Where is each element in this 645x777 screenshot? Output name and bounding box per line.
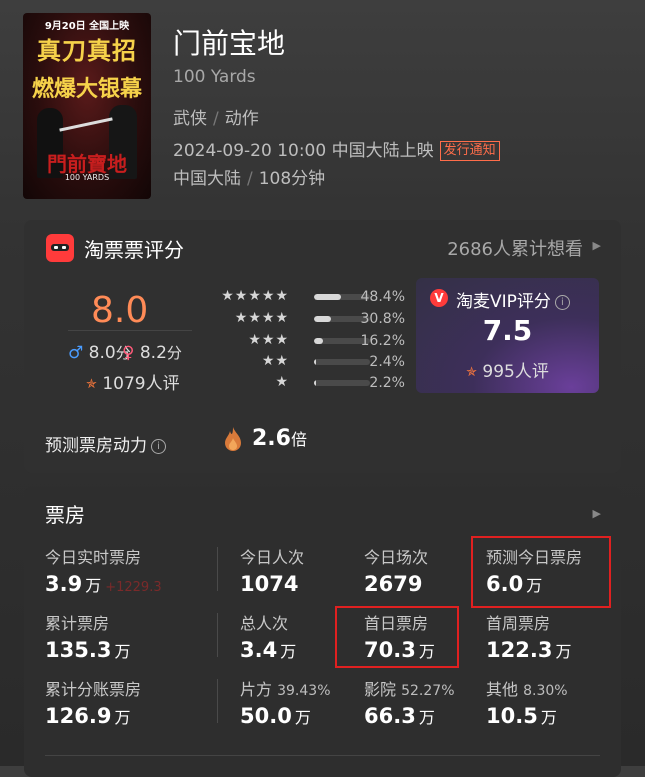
flame-icon	[225, 427, 241, 451]
vip-rating-title: 淘麦VIP评分 i	[456, 287, 570, 312]
male-icon: ♂	[68, 343, 84, 363]
genre-tag: 武侠	[173, 109, 207, 129]
distribution-percent: 16.2%	[360, 333, 405, 349]
today-realtime-box-office: 今日实时票房 3.9 万 +1229.3	[45, 548, 162, 596]
taopiaopiao-logo-icon	[46, 234, 74, 262]
card-bottom-divider	[45, 755, 600, 756]
movie-genres: 武侠 / 动作	[173, 109, 259, 129]
box-office-card: 票房 ▶ 今日实时票房 3.9 万 +1229.3 今日人次 1074 今日场次 2…	[24, 487, 621, 777]
rating-card: 淘票票评分 2686人累计想看 ▶ 8.0 ♂ 8.0分 ♀ 8.2分 ✯ 10…	[24, 220, 621, 473]
producer-share: 片方 39.43% 50.0 万	[240, 680, 331, 728]
distribution-bar-fill	[314, 380, 317, 386]
movie-title: 门前宝地	[173, 27, 286, 60]
distribution-bar	[314, 359, 370, 365]
rating-distribution-row: ★ 2.2%	[190, 374, 405, 394]
movie-release: 2024-09-20 10:00 中国大陆上映 发行通知	[173, 136, 500, 161]
column-divider	[217, 613, 218, 657]
column-divider	[217, 679, 218, 723]
box-office-power-label: 预测票房动力 i	[45, 431, 166, 456]
cinema-share: 影院 52.27% 66.3 万	[364, 680, 455, 728]
chevron-right-icon[interactable]: ▶	[593, 239, 601, 252]
rating-distribution-row: ★★ 2.4%	[190, 353, 405, 373]
release-notice-badge[interactable]: 发行通知	[439, 141, 500, 161]
score-divider	[68, 330, 192, 331]
poster-slogan-1: 真刀真招	[37, 36, 137, 65]
vip-logo-icon: V	[430, 289, 448, 307]
rating-distribution-row: ★★★★ 30.8%	[190, 310, 405, 330]
want-to-see-count[interactable]: 2686人累计想看	[447, 235, 583, 261]
poster-slogan-2: 燃爆大银幕	[31, 76, 142, 102]
first-week-box-office: 首周票房 122.3 万	[486, 614, 572, 662]
total-box-office: 累计票房 135.3 万	[45, 614, 131, 662]
star-rating-icons: ★	[275, 374, 289, 390]
distribution-percent: 30.8%	[360, 311, 405, 327]
star-rating-icons: ★★★★	[234, 310, 289, 326]
star-rating-icons: ★★★★★	[221, 288, 289, 304]
rating-distribution-row: ★★★ 16.2%	[190, 332, 405, 352]
other-share: 其他 8.30% 10.5 万	[486, 680, 568, 728]
genre-tag: 动作	[224, 109, 259, 129]
chevron-right-icon[interactable]: ▶	[593, 507, 601, 520]
movie-english-title: 100 Yards	[173, 67, 256, 87]
realtime-delta: +1229.3	[105, 580, 162, 595]
highlight-first-day	[335, 606, 459, 668]
star-icon: ✯	[86, 377, 97, 392]
distribution-bar-fill	[314, 316, 332, 322]
box-office-title: 票房	[45, 503, 85, 527]
distribution-bar-fill	[314, 359, 317, 365]
distribution-percent: 2.2%	[369, 375, 405, 391]
overall-score: 8.0	[91, 290, 149, 331]
female-icon: ♀	[122, 343, 135, 363]
highlight-predicted-today	[471, 536, 611, 608]
distribution-bar-fill	[314, 294, 342, 300]
duration: 108分钟	[258, 169, 326, 189]
distribution-bar	[314, 380, 370, 386]
rating-distribution-row: ★★★★★ 48.4%	[190, 288, 405, 308]
poster-date: 9月20日 全国上映	[44, 21, 130, 32]
distribution-percent: 48.4%	[360, 289, 405, 305]
release-date: 2024-09-20 10:00 中国大陆上映	[173, 141, 434, 161]
female-score: ♀ 8.2分	[122, 343, 182, 363]
rating-count: ✯ 1079人评	[86, 374, 180, 394]
today-screenings: 今日场次 2679	[364, 548, 429, 596]
vip-rating-count: ✯ 995人评	[466, 362, 549, 382]
vip-rating-panel[interactable]: V 淘麦VIP评分 i 7.5 ✯ 995人评	[416, 278, 599, 393]
region: 中国大陆	[173, 169, 241, 189]
column-divider	[217, 547, 218, 591]
info-icon[interactable]: i	[554, 295, 570, 310]
distribution-percent: 2.4%	[369, 354, 405, 370]
rating-card-title: 淘票票评分	[84, 238, 184, 262]
distribution-bar-fill	[314, 338, 324, 344]
poster-blade	[59, 117, 113, 132]
star-rating-icons: ★★★	[248, 332, 289, 348]
movie-region-duration: 中国大陆/108分钟	[173, 169, 326, 189]
box-office-power-value: 2.6倍	[252, 426, 307, 451]
star-icon: ✯	[466, 365, 478, 380]
info-icon[interactable]: i	[151, 439, 166, 454]
today-admissions: 今日人次 1074	[240, 548, 305, 596]
poster-subtitle: 100 YARDS	[64, 173, 110, 182]
star-rating-icons: ★★	[261, 353, 289, 369]
total-split-box-office: 累计分账票房 126.9 万	[45, 680, 142, 728]
vip-score: 7.5	[482, 314, 533, 347]
total-admissions: 总人次 3.4 万	[240, 614, 297, 662]
movie-poster[interactable]: 9月20日 全国上映 真刀真招 燃爆大银幕 門前寶地 100 YARDS	[23, 13, 151, 199]
